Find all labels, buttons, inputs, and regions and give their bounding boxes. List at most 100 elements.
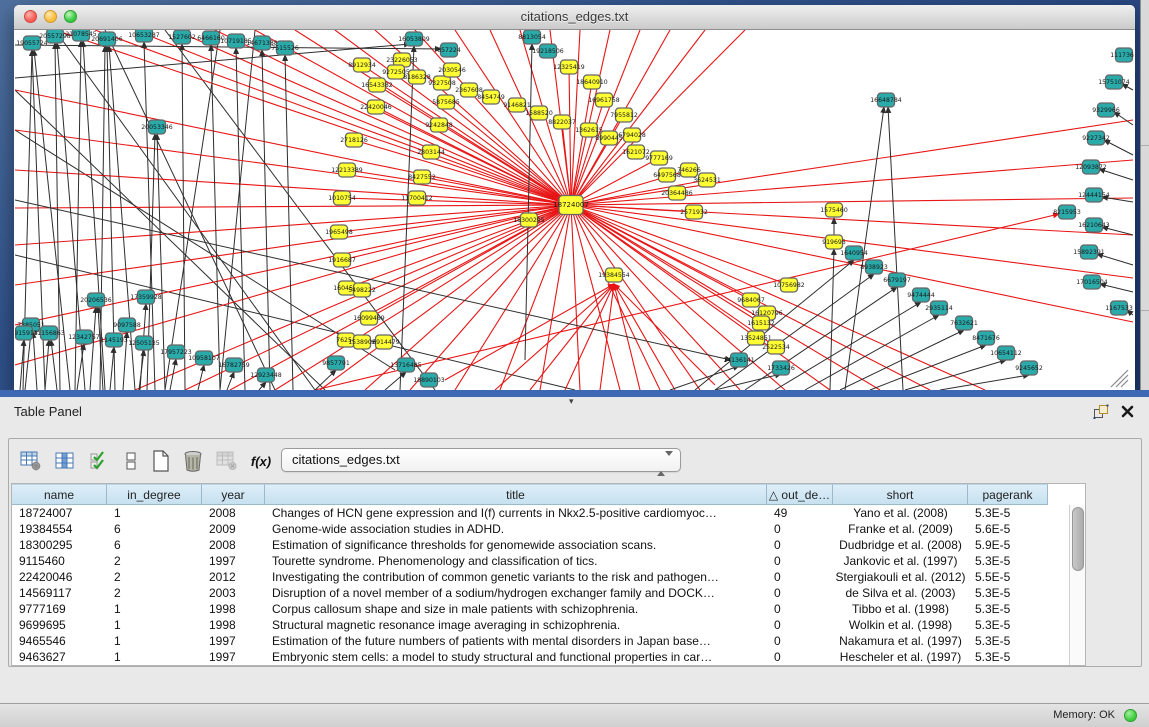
new-table-icon[interactable]	[149, 449, 173, 473]
cell-out_degree: 0	[767, 633, 833, 649]
graph-node-label: 18724007	[553, 201, 589, 209]
graph-node-label: 12505135	[128, 340, 160, 347]
cell-out_degree: 0	[767, 521, 833, 537]
cell-pagerank: 5.3E-5	[968, 601, 1048, 617]
cell-in_degree: 1	[107, 601, 202, 617]
cell-year: 1997	[202, 633, 265, 649]
graph-node-label: 2935114	[925, 305, 953, 312]
graph-node-label: 1965498	[325, 229, 353, 236]
cell-name: 14569117	[12, 585, 107, 601]
column-header-out_degree[interactable]: △ out_de…	[767, 484, 833, 505]
table-row[interactable]: 946554611997Estimation of the future num…	[12, 633, 1085, 649]
graph-node-label: 17359928	[130, 294, 162, 301]
graph-node-label: 11700412	[401, 195, 433, 202]
cell-out_degree: 0	[767, 585, 833, 601]
cell-title: Tourette syndrome. Phenomenology and cla…	[265, 553, 767, 569]
network-view-window[interactable]: citations_edges.txt 19055724205572982107…	[14, 5, 1135, 391]
table-header-row[interactable]: namein_degreeyeartitle△ out_de…shortpage…	[12, 484, 1085, 505]
graph-node-label: 1615132	[747, 320, 775, 327]
cell-pagerank: 5.9E-5	[968, 537, 1048, 553]
graph-node-label: 1117364	[1110, 52, 1134, 59]
select-rows-icon[interactable]	[87, 449, 111, 473]
column-header-title[interactable]: title	[265, 484, 767, 505]
graph-node-label: 1010754	[328, 195, 356, 202]
column-header-in_degree[interactable]: in_degree	[107, 484, 202, 505]
graph-node-label: 11156863	[33, 330, 65, 337]
graph-node-label: 8813054	[518, 34, 546, 41]
graph-node-label: 1588520	[525, 110, 553, 117]
graph-node-label: 1538902	[348, 339, 376, 346]
table-row[interactable]: 911546021997Tourette syndrome. Phenomeno…	[12, 553, 1085, 569]
cell-in_degree: 1	[107, 649, 202, 665]
graph-node-label: 8912934	[348, 62, 376, 69]
table-panel-header: Table Panel	[0, 397, 1149, 427]
table-row[interactable]: 1830029562008Estimation of significance …	[12, 537, 1085, 553]
graph-node-label: 7515526	[271, 45, 299, 52]
cell-title: Genome-wide association studies in ADHD.	[265, 521, 767, 537]
cell-title: Embryonic stem cells: a model to study s…	[265, 649, 767, 665]
table-group-box: f(x) citations_edges.txt namein_degreeye…	[8, 438, 1142, 667]
table-row[interactable]: 977716911998Corpus callosum shape and si…	[12, 601, 1085, 617]
table-settings-icon[interactable]	[19, 449, 43, 473]
column-header-name[interactable]: name	[12, 484, 107, 505]
network-canvas[interactable]: 1905572420557298210785452069140610653287…	[15, 30, 1134, 391]
table-toolbar: f(x) citations_edges.txt	[9, 439, 1141, 483]
table-selector-dropdown[interactable]: citations_edges.txt	[281, 448, 681, 472]
graph-node-label: 12444154	[1078, 192, 1110, 199]
scrollbar-thumb[interactable]	[1072, 507, 1084, 571]
status-bar: Memory: OK	[0, 703, 1149, 727]
graph-node-label: 12923448	[250, 372, 282, 379]
graph-node-label: 8454749	[477, 94, 505, 101]
table-row[interactable]: 1456911722003Disruption of a novel membe…	[12, 585, 1085, 601]
graph-node-label: 9245652	[1015, 365, 1043, 372]
graph-node-label: 3624531	[693, 177, 721, 184]
graph-node-label: 2367608	[455, 87, 483, 94]
table-row[interactable]: 1872400712008Changes of HCN gene express…	[12, 505, 1085, 521]
graph-node-label: 1640954	[840, 250, 868, 257]
memory-status-label: Memory: OK	[1053, 704, 1115, 727]
citation-network-graph[interactable]: 1905572420557298210785452069140610653287…	[15, 30, 1134, 391]
table-body[interactable]: 1872400712008Changes of HCN gene express…	[12, 505, 1085, 665]
graph-node-label: 16961758	[588, 97, 620, 104]
table-scrollbar[interactable]	[1069, 505, 1085, 665]
row-height-icon[interactable]	[119, 449, 143, 473]
graph-node-label: 8186328	[403, 74, 431, 81]
column-header-pagerank[interactable]: pagerank	[968, 484, 1048, 505]
graph-node-label: 13524851	[740, 335, 772, 342]
graph-node-label: 9777169	[645, 155, 673, 162]
cell-title: Changes of HCN gene expression and I(f) …	[265, 505, 767, 521]
column-header-short[interactable]: short	[833, 484, 968, 505]
cell-name: 9699695	[12, 617, 107, 633]
table-panel: ▾ Table Panel	[0, 397, 1149, 703]
window-title: citations_edges.txt	[14, 5, 1135, 29]
cell-name: 9463627	[12, 649, 107, 665]
graph-node-label: 19055724	[16, 40, 48, 47]
graph-node-label: 2803144	[417, 149, 445, 156]
table-row[interactable]: 2242004622012Investigating the contribut…	[12, 569, 1085, 585]
float-panel-icon[interactable]	[1093, 404, 1109, 420]
cell-short: Franke et al. (2009)	[833, 521, 968, 537]
graph-node-label: 16648784	[870, 97, 902, 104]
graph-node-label: 17016504	[1076, 279, 1108, 286]
cell-out_degree: 0	[767, 537, 833, 553]
column-select-icon[interactable]	[53, 449, 77, 473]
column-header-year[interactable]: year	[202, 484, 265, 505]
function-builder-icon[interactable]: f(x)	[249, 449, 273, 473]
graph-node-label: 16782759	[218, 362, 250, 369]
cell-pagerank: 5.5E-5	[968, 569, 1048, 585]
cell-short: de Silva et al. (2003)	[833, 585, 968, 601]
cell-out_degree: 49	[767, 505, 833, 521]
table-row[interactable]: 946362711997Embryonic stem cells: a mode…	[12, 649, 1085, 665]
cell-name: 18300295	[12, 537, 107, 553]
memory-ok-indicator-icon[interactable]	[1124, 709, 1137, 722]
window-titlebar[interactable]: citations_edges.txt	[14, 5, 1135, 30]
table-row[interactable]: 969969511998Structural magnetic resonanc…	[12, 617, 1085, 633]
node-attribute-table[interactable]: namein_degreeyeartitle△ out_de…shortpage…	[11, 483, 1086, 666]
cell-pagerank: 5.3E-5	[968, 585, 1048, 601]
cell-out_degree: 0	[767, 601, 833, 617]
network-desktop: citations_edges.txt 19055724205572982107…	[0, 0, 1149, 397]
table-row[interactable]: 1938455462009Genome-wide association stu…	[12, 521, 1085, 537]
close-panel-icon[interactable]	[1120, 404, 1135, 419]
delete-table-icon[interactable]	[181, 449, 205, 473]
view-frame-bottom	[0, 390, 1149, 397]
